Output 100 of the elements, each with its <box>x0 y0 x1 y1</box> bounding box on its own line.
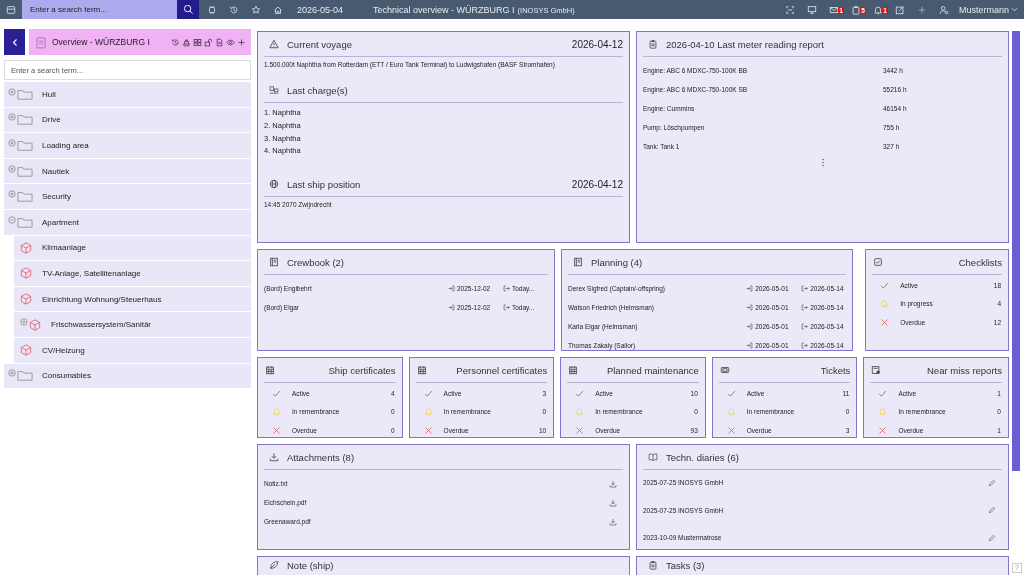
tree-item[interactable]: Einrichtung Wohnung/Steuerhaus <box>14 286 251 312</box>
calendar-icon <box>265 365 275 375</box>
user-menu[interactable]: Mustermann <box>954 4 1011 15</box>
history-icon[interactable] <box>171 37 180 47</box>
sign-in-icon <box>746 304 754 311</box>
card-title: Ship certificates <box>328 364 396 376</box>
tree-label: Frischwassersystem/Sanitär <box>51 320 152 330</box>
monitor-icon[interactable] <box>806 4 817 15</box>
leaf-icon <box>269 560 279 570</box>
tree-item[interactable]: Nautiek <box>4 158 251 184</box>
tree-item[interactable]: Klimaanlage <box>14 235 251 261</box>
tree-item[interactable]: Hull <box>4 82 251 107</box>
mail-icon[interactable] <box>828 4 839 15</box>
home-icon[interactable] <box>273 4 283 15</box>
folder-icon <box>17 191 33 203</box>
clipboard-icon[interactable] <box>850 4 861 15</box>
search-field[interactable]: Enter a search term... <box>22 0 177 19</box>
history-icon[interactable] <box>229 4 239 15</box>
expand-toggle-icon[interactable] <box>8 215 16 224</box>
edit-icon[interactable] <box>894 4 905 15</box>
card-title: Planning (4) <box>590 256 643 268</box>
pencil-icon[interactable] <box>988 533 996 542</box>
check-icon <box>423 388 433 398</box>
folder-icon <box>17 88 33 100</box>
expand-toggle-icon[interactable] <box>20 318 28 327</box>
expand-toggle-icon[interactable] <box>8 139 16 147</box>
tree-item[interactable]: Drive <box>4 107 251 133</box>
position-date: 2026-04-12 <box>571 178 623 190</box>
more-icon[interactable] <box>820 158 825 167</box>
tree-item[interactable]: Loading area <box>4 133 251 158</box>
plus-icon[interactable] <box>916 4 927 15</box>
tree-label: Consumables <box>42 371 91 381</box>
card-title: Current voyage <box>287 38 352 50</box>
bell-icon <box>878 407 888 417</box>
clipboard-icon <box>34 35 48 49</box>
cross-icon <box>880 318 890 327</box>
bell-icon <box>880 299 890 309</box>
menu-icon[interactable] <box>6 4 16 15</box>
tree-label: Nautiek <box>42 166 70 176</box>
scan-icon[interactable] <box>784 4 795 15</box>
globe-icon <box>269 179 279 190</box>
unlock-icon[interactable] <box>204 37 213 47</box>
check-icon <box>272 388 281 398</box>
sign-out-icon <box>801 342 809 349</box>
expand-toggle-icon[interactable] <box>8 87 16 96</box>
document-icon[interactable] <box>215 37 224 47</box>
card-title: Tickets <box>820 364 851 376</box>
grid-icon[interactable] <box>193 37 202 47</box>
page-title: Technical overview - WÜRZBURG I <box>373 4 515 15</box>
book-icon <box>572 257 583 267</box>
sign-in-icon <box>746 285 754 292</box>
search-button[interactable] <box>177 0 199 19</box>
download-icon[interactable] <box>609 517 617 526</box>
tree-item[interactable]: TV-Anlage, Satellitenanlage <box>14 261 251 286</box>
bell-icon <box>272 407 281 417</box>
eye-icon[interactable] <box>226 37 235 47</box>
ticket-icon <box>719 365 730 375</box>
chip-icon[interactable] <box>207 4 217 15</box>
tree-label: Hull <box>42 89 56 99</box>
pencil-icon[interactable] <box>988 506 996 515</box>
chevron-left-icon <box>11 37 18 47</box>
search-icon <box>182 4 194 15</box>
expand-toggle-icon[interactable] <box>8 190 16 199</box>
tree-label: CV/Heizung <box>42 345 85 355</box>
tree-item[interactable]: Frischwassersystem/Sanitär <box>14 312 251 337</box>
sign-out-icon <box>502 285 510 292</box>
bell-icon <box>726 407 736 417</box>
tree-item[interactable]: Consumables <box>4 363 251 389</box>
clipboard-icon <box>648 560 658 570</box>
user-settings-icon[interactable] <box>938 4 949 15</box>
folder-icon <box>17 165 33 177</box>
expand-toggle-icon[interactable] <box>8 164 16 173</box>
calendar-icon <box>568 365 579 375</box>
tree-item[interactable]: CV/Heizung <box>14 337 251 363</box>
cube-icon <box>20 344 32 357</box>
tree-label: Apartment <box>42 217 79 227</box>
cross-icon <box>575 426 585 435</box>
folder-icon <box>17 114 33 126</box>
expand-toggle-icon[interactable] <box>8 113 16 122</box>
bell-icon <box>423 407 433 417</box>
tree-label: TV-Anlage, Satellitenanlage <box>42 268 141 278</box>
card-title: Crewbook (2) <box>287 256 345 268</box>
plus-icon[interactable] <box>237 37 246 47</box>
bell-icon[interactable] <box>872 4 883 15</box>
caret-icon[interactable] <box>1011 7 1018 12</box>
warning-icon <box>269 39 279 49</box>
download-icon[interactable] <box>609 498 617 507</box>
expand-toggle-icon[interactable] <box>8 369 16 378</box>
pencil-icon[interactable] <box>988 478 996 487</box>
download-icon[interactable] <box>609 479 617 488</box>
book-icon <box>269 257 279 267</box>
scrollbar[interactable] <box>1012 31 1020 471</box>
back-button[interactable] <box>4 29 25 55</box>
sign-in-icon <box>447 285 455 292</box>
folder-icon <box>17 140 33 151</box>
tree-item[interactable]: Apartment <box>4 209 251 235</box>
tree-item[interactable]: Security <box>4 184 251 209</box>
cube-icon <box>20 267 32 280</box>
checkbox-icon <box>873 257 884 267</box>
star-icon[interactable] <box>251 4 261 15</box>
